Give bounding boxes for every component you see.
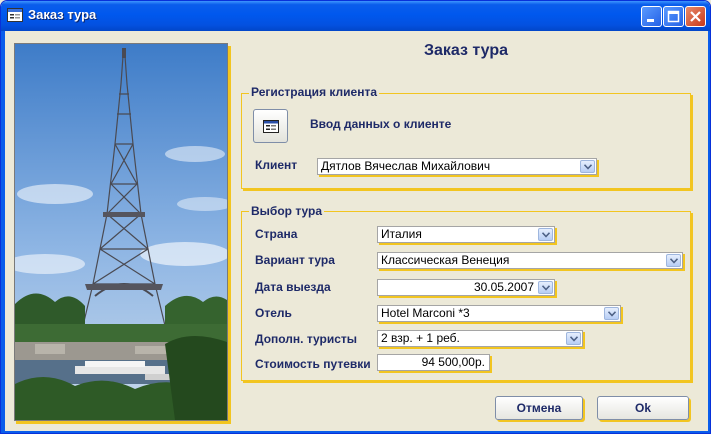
hotel-combobox[interactable]: Hotel Marconi *3 bbox=[377, 305, 621, 322]
client-dropdown-button[interactable] bbox=[580, 160, 595, 173]
enter-client-data-button[interactable] bbox=[253, 109, 288, 143]
client-label: Клиент bbox=[255, 158, 298, 172]
additional-tourists-label: Дополн. туристы bbox=[255, 332, 358, 346]
title-bar[interactable]: Заказ тура bbox=[1, 1, 710, 31]
window-title: Заказ тура bbox=[28, 7, 97, 22]
hotel-label: Отель bbox=[255, 306, 292, 320]
additional-tourists-value: 2 взр. + 1 реб. bbox=[381, 331, 460, 345]
client-value: Дятлов Вячеслав Михайлович bbox=[321, 159, 491, 173]
form-icon bbox=[263, 120, 279, 133]
tour-price-field: 94 500,00р. bbox=[377, 354, 490, 371]
tour-selection-legend: Выбор тура bbox=[249, 204, 325, 218]
chevron-down-icon bbox=[542, 232, 550, 238]
hotel-dropdown-button[interactable] bbox=[604, 307, 619, 320]
tour-variant-combobox[interactable]: Классическая Венеция bbox=[377, 252, 683, 269]
chevron-down-icon bbox=[570, 336, 578, 342]
additional-tourists-combobox[interactable]: 2 взр. + 1 реб. bbox=[377, 330, 583, 347]
chevron-down-icon bbox=[542, 285, 550, 291]
order-tour-window: Заказ тура Заказ тура Регистрация клиент… bbox=[0, 0, 711, 434]
country-dropdown-button[interactable] bbox=[538, 228, 553, 241]
minimize-button[interactable] bbox=[641, 6, 662, 27]
close-icon bbox=[690, 11, 701, 22]
tour-variant-dropdown-button[interactable] bbox=[666, 254, 681, 267]
close-button[interactable] bbox=[685, 6, 706, 27]
maximize-icon bbox=[667, 10, 680, 23]
enter-client-data-label: Ввод данных о клиенте bbox=[310, 117, 452, 131]
eiffel-tower-photo bbox=[14, 43, 228, 421]
eiffel-tower-image bbox=[15, 44, 227, 420]
tour-variant-value: Классическая Венеция bbox=[381, 253, 510, 267]
client-combobox[interactable]: Дятлов Вячеслав Михайлович bbox=[317, 158, 597, 175]
country-label: Страна bbox=[255, 227, 298, 241]
tour-price-value: 94 500,00р. bbox=[421, 355, 485, 369]
form-icon bbox=[7, 8, 23, 22]
country-value: Италия bbox=[381, 227, 422, 241]
minimize-icon bbox=[647, 19, 654, 22]
client-registration-legend: Регистрация клиента bbox=[249, 85, 380, 99]
ok-button[interactable]: Ok bbox=[597, 396, 689, 420]
chevron-down-icon bbox=[608, 311, 616, 317]
form-title: Заказ тура bbox=[423, 42, 508, 59]
departure-date-label: Дата выезда bbox=[255, 280, 331, 294]
hotel-value: Hotel Marconi *3 bbox=[381, 306, 470, 320]
tour-price-label: Стоимость путевки bbox=[255, 357, 371, 371]
departure-date-dropdown-button[interactable] bbox=[538, 281, 553, 294]
chevron-down-icon bbox=[670, 258, 678, 264]
departure-date-value: 30.05.2007 bbox=[473, 280, 534, 294]
maximize-button[interactable] bbox=[663, 6, 684, 27]
departure-date-combobox[interactable]: 30.05.2007 bbox=[377, 279, 555, 296]
tour-variant-label: Вариант тура bbox=[255, 253, 335, 267]
additional-tourists-dropdown-button[interactable] bbox=[566, 332, 581, 345]
cancel-button[interactable]: Отмена bbox=[495, 396, 583, 420]
chevron-down-icon bbox=[584, 164, 592, 170]
country-combobox[interactable]: Италия bbox=[377, 226, 555, 243]
